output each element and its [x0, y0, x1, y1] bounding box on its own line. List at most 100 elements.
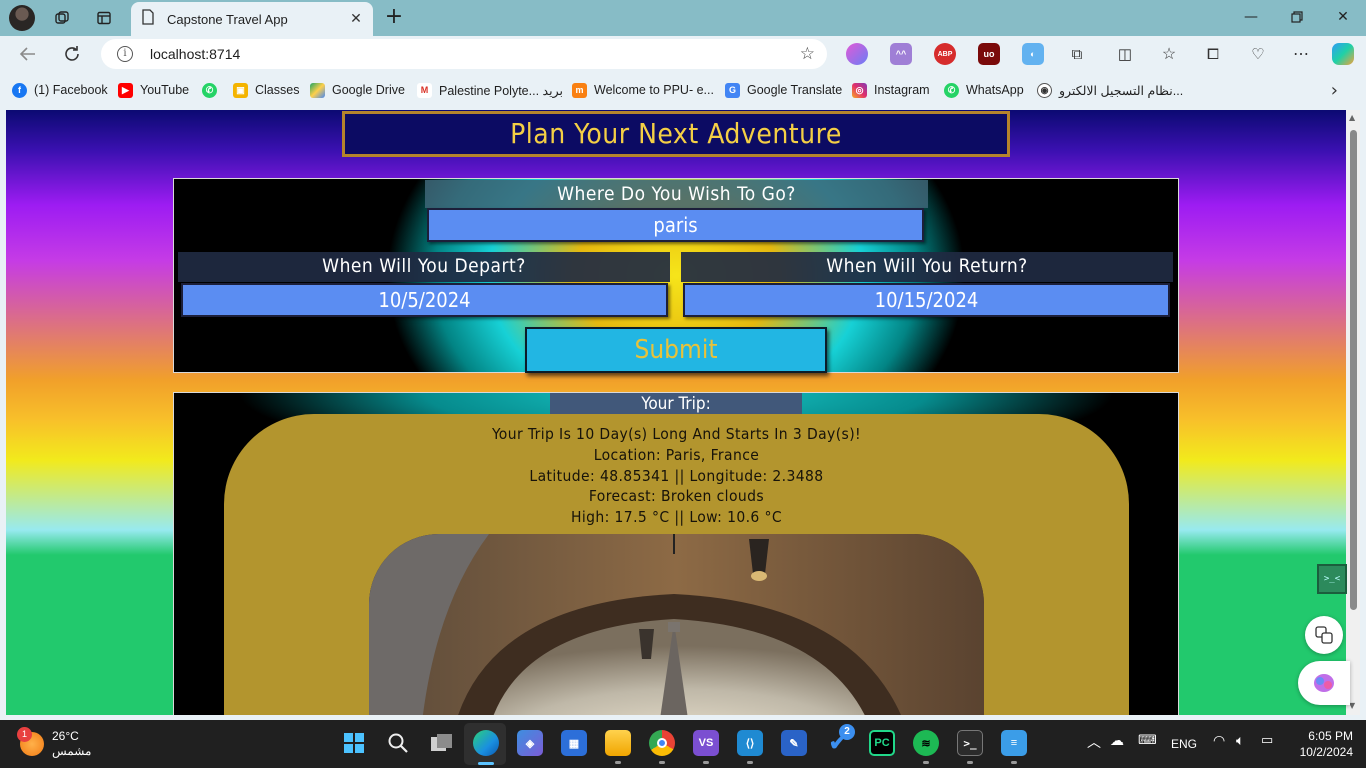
keyboard-icon[interactable]: ⌨	[1138, 732, 1157, 748]
scroll-up-icon[interactable]: ▲	[1349, 113, 1355, 122]
adblock-plus-icon[interactable]: ABP	[934, 43, 956, 65]
wifi-icon[interactable]: ◠	[1213, 732, 1225, 749]
ai-brain-widget-icon[interactable]	[1298, 661, 1350, 705]
destination-photo	[369, 534, 984, 715]
windows-taskbar: 1 26°C مشمس ◈ ▦ VS ⟨⟩ ✎ ✔ 2 PC ≋ >_ ≡ ︿ …	[0, 720, 1366, 768]
bookmark-gmail[interactable]: M Palestine Polyte... بريد	[417, 80, 563, 100]
back-button[interactable]	[14, 40, 42, 68]
new-tab-button[interactable]: +	[382, 4, 406, 30]
search-icon[interactable]	[385, 730, 411, 756]
todo-badge: 2	[839, 724, 855, 740]
facebook-icon: f	[12, 82, 27, 98]
temperature-text: 26°C	[52, 729, 79, 743]
favorites-icon[interactable]: ☆	[1158, 43, 1180, 65]
trip-form: Where Do You Wish To Go? paris When Will…	[173, 178, 1179, 373]
extensions-icon[interactable]: ⧉	[1066, 43, 1088, 65]
todo-icon[interactable]: ✔ 2	[825, 724, 855, 756]
destination-input[interactable]: paris	[427, 208, 924, 242]
weather-widget[interactable]: 1 26°C مشمس	[17, 727, 92, 759]
bookmarks-bar: f (1) Facebook ▶ YouTube ✆ ▣ Classes Google…	[0, 76, 1366, 104]
virtualbox-icon[interactable]: ◈	[517, 730, 543, 756]
browser-essentials-icon[interactable]: ♡	[1247, 43, 1269, 65]
bookmark-instagram[interactable]: ◎ Instagram	[852, 80, 930, 100]
extension-blue-icon[interactable]: ◐	[1022, 43, 1044, 65]
trip-details-panel: Your Trip Is 10 Day(s) Long And Starts I…	[224, 414, 1129, 715]
youtube-icon: ▶	[118, 82, 133, 98]
whatsapp-icon: ✆	[202, 82, 217, 98]
depart-date-input[interactable]: 10/5/2024	[181, 283, 668, 317]
windows-start-icon[interactable]	[341, 730, 367, 756]
translate-widget-icon[interactable]	[1305, 616, 1343, 654]
bookmark-ppu-moodle[interactable]: m Welcome to PPU- e...	[572, 80, 714, 100]
restore-button[interactable]	[1274, 0, 1320, 34]
submit-button[interactable]: Submit	[525, 327, 827, 373]
chevron-up-icon[interactable]: ︿	[1087, 732, 1101, 752]
running-indicator	[747, 761, 753, 764]
bookmark-classes[interactable]: ▣ Classes	[233, 80, 299, 100]
file-explorer-icon[interactable]	[605, 730, 631, 756]
split-screen-icon[interactable]: ◫	[1114, 43, 1136, 65]
onedrive-cloud-icon[interactable]: ☁	[1110, 732, 1124, 749]
bookmark-facebook[interactable]: f (1) Facebook	[12, 80, 108, 100]
close-window-button[interactable]: ✕	[1320, 0, 1366, 34]
vscode-icon[interactable]: ⟨⟩	[737, 730, 763, 756]
chrome-icon[interactable]	[649, 730, 675, 756]
whatsapp-icon: ✆	[944, 82, 959, 98]
tab-actions-icon[interactable]	[91, 5, 117, 31]
spotify-icon[interactable]: ≋	[913, 730, 939, 756]
page-scrollbar[interactable]: ▲ ▼	[1346, 110, 1360, 715]
bookmark-whatsapp-web[interactable]: ✆	[202, 80, 224, 100]
volume-icon[interactable]: 🔈︎	[1236, 732, 1244, 749]
destination-label: Where Do You Wish To Go?	[425, 180, 928, 208]
refresh-button[interactable]	[58, 40, 86, 68]
running-indicator	[703, 761, 709, 764]
browser-tab-bar: Capstone Travel App ✕ + — ✕	[0, 0, 1366, 36]
language-indicator[interactable]: ENG	[1171, 737, 1197, 751]
minimize-button[interactable]: —	[1228, 0, 1274, 34]
edge-browser-icon[interactable]	[473, 730, 499, 756]
address-bar[interactable]: i localhost:8714 ☆	[101, 39, 827, 69]
bookmark-whatsapp[interactable]: ✆ WhatsApp	[944, 80, 1024, 100]
return-date-input[interactable]: 10/15/2024	[683, 283, 1170, 317]
workspaces-icon[interactable]	[49, 5, 75, 31]
battery-icon[interactable]: ▭	[1261, 732, 1273, 748]
terminal-widget-icon[interactable]: >_<	[1317, 564, 1347, 594]
bookmark-google-drive[interactable]: Google Drive	[310, 80, 405, 100]
scrollbar-thumb[interactable]	[1350, 130, 1357, 610]
ublock-origin-icon[interactable]: uo	[978, 43, 1000, 65]
visual-studio-icon[interactable]: VS	[693, 730, 719, 756]
translate-icon: G	[725, 82, 740, 98]
trip-result-card: Your Trip: Your Trip Is 10 Day(s) Long A…	[173, 392, 1179, 715]
browser-toolbar: i localhost:8714 ☆ ^^ ABP uo ◐ ⧉ ◫ ☆ ⧠ ♡…	[0, 36, 1366, 72]
terminal-icon[interactable]: >_	[957, 730, 983, 756]
page-title: Plan Your Next Adventure	[342, 111, 1010, 157]
profile-avatar[interactable]	[9, 5, 35, 31]
collections-icon[interactable]: ⧠	[1202, 43, 1224, 65]
tab-title: Capstone Travel App	[167, 11, 288, 27]
active-indicator	[478, 762, 494, 765]
classroom-icon: ▣	[233, 82, 248, 98]
google-drive-icon	[310, 82, 325, 98]
weather-condition-text: مشمس	[52, 744, 92, 758]
task-view-icon[interactable]	[429, 730, 455, 756]
system-clock[interactable]: 6:05 PM 10/2/2024	[1287, 728, 1353, 760]
moodle-icon: m	[572, 82, 587, 98]
microsoft-store-icon[interactable]: ▦	[561, 730, 587, 756]
more-menu-icon[interactable]: ⋯	[1290, 43, 1312, 65]
address-url: localhost:8714	[150, 46, 241, 62]
copilot-ext-icon[interactable]	[846, 43, 868, 65]
site-info-icon[interactable]: i	[117, 46, 133, 62]
bookmark-youtube[interactable]: ▶ YouTube	[118, 80, 189, 100]
running-indicator	[659, 761, 665, 764]
editor-app-icon[interactable]: ✎	[781, 730, 807, 756]
tab-capstone-travel-app[interactable]: Capstone Travel App ✕	[131, 2, 373, 36]
extension-cat-icon[interactable]: ^^	[890, 43, 912, 65]
bookmark-registration[interactable]: ◉ نظام التسجيل الالكترو...	[1037, 80, 1183, 100]
notepad-icon[interactable]: ≡	[1001, 730, 1027, 756]
bookmark-google-translate[interactable]: G Google Translate	[725, 80, 842, 100]
chevron-right-icon[interactable]: ›	[1331, 80, 1338, 101]
copilot-icon[interactable]	[1332, 43, 1354, 65]
close-tab-icon[interactable]: ✕	[345, 11, 367, 27]
favorite-star-icon[interactable]: ☆	[800, 44, 815, 64]
pycharm-icon[interactable]: PC	[869, 730, 895, 756]
